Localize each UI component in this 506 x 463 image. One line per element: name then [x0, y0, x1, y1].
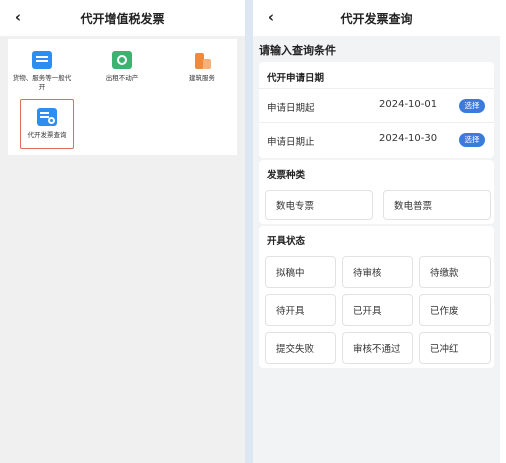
service-general-invoice[interactable]: 货物、服务等一般代开: [12, 51, 72, 92]
status-option[interactable]: 审核不通过: [342, 332, 413, 364]
status-option[interactable]: 已作废: [419, 294, 491, 326]
service-grid: 货物、服务等一般代开 出租不动产 建筑服务 代开发票查询: [8, 39, 237, 155]
status-option[interactable]: 待缴款: [419, 256, 491, 288]
building-icon: [192, 51, 212, 69]
end-date-select-button[interactable]: 选择: [459, 133, 485, 147]
status-section-title: 开具状态: [267, 236, 306, 247]
date-section: 代开申请日期 申请日期起 2024-10-01 选择 申请日期止 2024-10…: [259, 62, 494, 158]
service-invoice-query[interactable]: 代开发票查询: [20, 99, 74, 149]
right-nav-bar: ‹ 代开发票查询: [253, 0, 500, 36]
conditions-title: 请输入查询条件: [259, 44, 336, 57]
left-nav-bar: ‹ 代开增值税发票: [0, 0, 245, 36]
service-label: 货物、服务等一般代开: [12, 74, 72, 91]
invoice-type-option[interactable]: 数电普票: [383, 190, 491, 220]
service-construction[interactable]: 建筑服务: [172, 51, 232, 83]
invoice-query-icon: [37, 108, 57, 126]
start-date-value: 2024-10-01: [379, 99, 438, 110]
right-pane: ‹ 代开发票查询 请输入查询条件 代开申请日期 申请日期起 2024-10-01…: [253, 0, 500, 463]
page-title: 代开增值税发票: [80, 12, 165, 26]
invoice-type-option[interactable]: 数电专票: [265, 190, 373, 220]
invoice-type-section: 发票种类 数电专票 数电普票: [259, 160, 494, 224]
status-section: 开具状态 拟稿中 待审核 待缴款 待开具 已开具 已作废 提交失败 审核不通过 …: [259, 226, 494, 368]
property-icon: [112, 51, 132, 69]
service-rent-property[interactable]: 出租不动产: [92, 51, 152, 83]
status-option[interactable]: 拟稿中: [265, 256, 336, 288]
service-label: 出租不动产: [105, 74, 139, 82]
service-label: 建筑服务: [189, 74, 215, 82]
status-option[interactable]: 已冲红: [419, 332, 491, 364]
status-option[interactable]: 提交失败: [265, 332, 336, 364]
invoice-type-title: 发票种类: [267, 170, 306, 181]
status-option[interactable]: 待审核: [342, 256, 413, 288]
invoice-icon: [32, 51, 52, 69]
date-section-title: 代开申请日期: [267, 73, 325, 84]
end-date-label: 申请日期止: [267, 137, 315, 148]
left-pane: ‹ 代开增值税发票 货物、服务等一般代开 出租不动产 建筑服务 代开发票查询: [0, 0, 245, 463]
start-date-select-button[interactable]: 选择: [459, 99, 485, 113]
page-title: 代开发票查询: [340, 12, 413, 26]
status-option[interactable]: 待开具: [265, 294, 336, 326]
start-date-label: 申请日期起: [267, 103, 315, 114]
service-label: 代开发票查询: [27, 131, 67, 139]
end-date-value: 2024-10-30: [379, 133, 438, 144]
status-option[interactable]: 已开具: [342, 294, 413, 326]
pane-divider: [245, 0, 253, 463]
